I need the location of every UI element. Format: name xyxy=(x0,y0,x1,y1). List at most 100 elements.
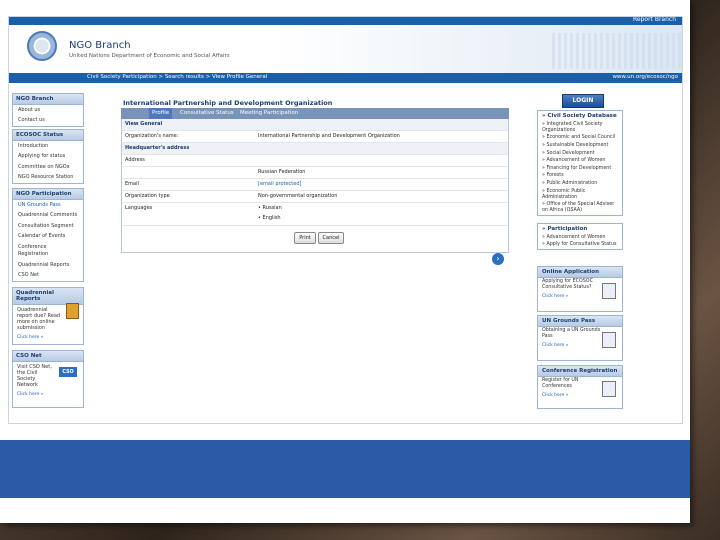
top-bar: Report Branch xyxy=(9,17,682,25)
list-item[interactable]: » Forests xyxy=(538,173,622,181)
ngo-participation-box: NGO Participation UN Grounds Pass Quadre… xyxy=(12,188,84,282)
quadrennial-more-link[interactable]: Click here » xyxy=(13,333,83,342)
tab-profile[interactable]: Profile xyxy=(149,108,173,119)
site-header: NGO Branch United Nations Department of … xyxy=(9,25,682,73)
tab-consultative-status[interactable]: Consultative Status xyxy=(177,108,237,119)
section-hq-address: Headquarter's address xyxy=(122,143,508,155)
ngo-branch-heading: NGO Branch xyxy=(13,94,83,105)
list-item[interactable]: » Social Development xyxy=(538,150,622,158)
online-application-box: Online Application Applying for ECOSOC C… xyxy=(537,266,623,312)
action-buttons: Print Cancel xyxy=(122,226,508,252)
online-application-text: Applying for ECOSOC Consultative Status? xyxy=(542,279,593,290)
form-icon xyxy=(602,381,616,397)
sidebar-item-calendar[interactable]: Calendar of Events xyxy=(13,232,83,243)
conference-registration-heading: Conference Registration xyxy=(538,366,622,377)
csonet-heading: CSO Net xyxy=(13,351,83,362)
list-item[interactable]: » Sustainable Development xyxy=(538,142,622,150)
profile-panel: View General Organization's name: Intern… xyxy=(121,119,509,253)
table-row: Languages • Russian • English xyxy=(122,203,508,226)
grounds-pass-heading: UN Grounds Pass xyxy=(538,316,622,327)
profile-tabs: Profile Consultative Status Meeting Part… xyxy=(121,108,509,119)
breadcrumb-bar: Civil Society Participation > Search res… xyxy=(9,73,682,83)
print-button[interactable]: Print xyxy=(294,232,316,244)
org-type-value: Non-governmental organization xyxy=(258,193,338,199)
csonet-more-link[interactable]: Click here » xyxy=(13,390,83,399)
address-label: Address xyxy=(125,157,145,163)
sidebar-item-resource[interactable]: NGO Resource Station xyxy=(13,173,83,184)
site-url[interactable]: www.un.org/ecosoc/ngo xyxy=(612,74,678,80)
table-row: Email [email protected] xyxy=(122,179,508,191)
participation-box: » Participation » Advancement of Women »… xyxy=(537,223,623,251)
ngo-branch-box: NGO Branch About us Contact us xyxy=(12,93,84,127)
list-item[interactable]: » Advancement of Women xyxy=(538,234,622,242)
list-item[interactable]: » Apply for Consultative Status xyxy=(538,242,622,250)
list-item[interactable]: » Economic Public Administration xyxy=(538,188,622,202)
country-value: Russian Federation xyxy=(258,169,306,175)
profile-main: International Partnership and Developmen… xyxy=(121,99,509,253)
quadrennial-text: Quadrennial report due? Read more on onl… xyxy=(17,307,61,331)
sidebar-item-applying[interactable]: Applying for status xyxy=(13,152,83,163)
conference-registration-box: Conference Registration Register for UN … xyxy=(537,365,623,409)
online-application-heading: Online Application xyxy=(538,267,622,278)
section-view-general: View General xyxy=(122,119,508,131)
grounds-pass-box: UN Grounds Pass Obtaining a UN Grounds P… xyxy=(537,315,623,361)
list-item[interactable]: » Integrated Civil Society Organizations xyxy=(538,121,622,135)
ecosoc-heading: ECOSOC Status xyxy=(13,130,83,141)
sidebar-item-about[interactable]: About us xyxy=(13,105,83,116)
civil-society-heading[interactable]: » Civil Society Database xyxy=(538,111,622,121)
computer-icon xyxy=(602,283,616,299)
participation-heading: NGO Participation xyxy=(13,189,83,200)
org-name-value: International Partnership and Developmen… xyxy=(258,133,400,139)
sidebar-item-csonet[interactable]: CSO Net xyxy=(13,271,83,282)
email-link[interactable]: [email protected] xyxy=(258,181,301,187)
list-item[interactable]: » Advancement of Women xyxy=(538,157,622,165)
sidebar-item-quadrennial-comments[interactable]: Quadrennial Comments xyxy=(13,211,83,222)
list-item[interactable]: » Office of the Special Adviser on Afric… xyxy=(538,201,622,215)
language-russian: • Russian xyxy=(258,205,282,211)
participation-heading[interactable]: » Participation xyxy=(538,224,622,234)
page-title: International Partnership and Developmen… xyxy=(123,99,333,107)
list-item[interactable]: » Public Administration xyxy=(538,180,622,188)
report-branch-link[interactable]: Report Branch xyxy=(633,17,676,23)
list-item[interactable]: » Financing for Development xyxy=(538,165,622,173)
login-button[interactable]: LOGIN xyxy=(562,94,604,108)
sidebar-item-introduction[interactable]: Introduction xyxy=(13,141,83,152)
conference-registration-text: Register for UN Conferences xyxy=(542,378,579,389)
breadcrumb[interactable]: Civil Society Participation > Search res… xyxy=(87,74,267,80)
sidebar-item-consultation[interactable]: Consultation Segment xyxy=(13,221,83,232)
browser-screenshot: Report Branch NGO Branch United Nations … xyxy=(8,16,683,424)
brand-subtitle: United Nations Department of Economic an… xyxy=(69,53,230,59)
quadrennial-box: Quadrennial Reports Quadrennial report d… xyxy=(12,287,84,345)
table-row: Russian Federation xyxy=(122,167,508,179)
grounds-pass-text: Obtaining a UN Grounds Pass xyxy=(542,328,601,339)
sidebar-item-committee[interactable]: Committee on NGOs xyxy=(13,162,83,173)
table-row: Organization's name: International Partn… xyxy=(122,131,508,143)
sidebar-item-contact[interactable]: Contact us xyxy=(13,116,83,127)
email-label: Email xyxy=(125,181,139,187)
csonet-logo-icon: CSO xyxy=(59,367,77,377)
table-row: Organization type Non-governmental organ… xyxy=(122,191,508,203)
brand-title: NGO Branch xyxy=(69,40,131,51)
csonet-text: Visit CSO Net, the Civil Society Network xyxy=(17,364,52,388)
slide-footer-band xyxy=(0,440,690,498)
org-type-label: Organization type xyxy=(125,193,170,199)
arrow-right-icon[interactable]: › xyxy=(492,253,504,265)
list-item[interactable]: » Economic and Social Council xyxy=(538,135,622,143)
sidebar-item-grounds-pass[interactable]: UN Grounds Pass xyxy=(13,200,83,211)
cancel-button[interactable]: Cancel xyxy=(318,232,344,244)
civil-society-box: » Civil Society Database » Integrated Ci… xyxy=(537,110,623,216)
section-label: Headquarter's address xyxy=(125,145,190,151)
table-row: Address xyxy=(122,155,508,167)
language-english: • English xyxy=(258,215,281,221)
presentation-slide: Report Branch NGO Branch United Nations … xyxy=(0,0,690,523)
section-label: View General xyxy=(125,121,163,127)
world-map-decoration xyxy=(552,33,682,69)
tab-meeting-participation[interactable]: Meeting Participation xyxy=(237,108,301,119)
languages-label: Languages xyxy=(125,205,153,211)
un-logo-icon xyxy=(27,31,57,61)
ecosoc-status-box: ECOSOC Status Introduction Applying for … xyxy=(12,129,84,184)
sidebar-item-conference[interactable]: Conference Registration xyxy=(13,242,83,260)
sidebar-item-quadrennial-reports[interactable]: Quadrennial Reports xyxy=(13,260,83,271)
csonet-box: CSO Net Visit CSO Net, the Civil Society… xyxy=(12,350,84,408)
slide-footer-strip xyxy=(0,498,690,523)
